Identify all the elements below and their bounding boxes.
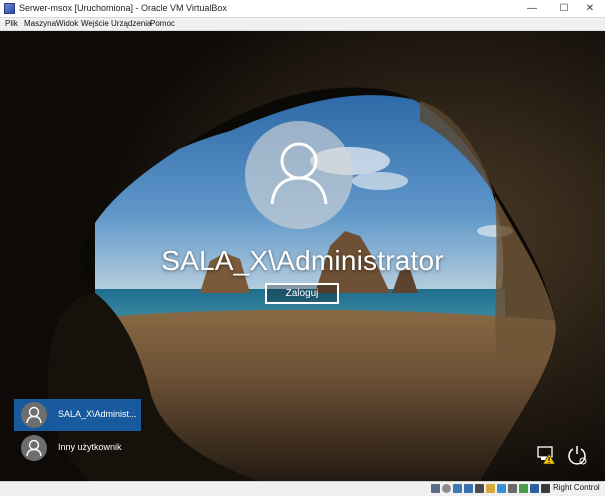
status-bar: Right Control xyxy=(0,481,605,496)
menu-input[interactable]: Wejście xyxy=(81,19,109,28)
window-title: Serwer-msox [Uruchomiona] - Oracle VM Vi… xyxy=(19,3,227,13)
mouse-integration-icon[interactable] xyxy=(530,484,539,493)
virtualbox-icon xyxy=(4,3,15,14)
network-warning-icon[interactable] xyxy=(536,444,558,466)
usb-icon[interactable] xyxy=(475,484,484,493)
tile-avatar xyxy=(21,435,47,461)
menu-machine[interactable]: Maszyna xyxy=(24,19,56,28)
user-icon xyxy=(26,406,42,424)
optical-drive-icon[interactable] xyxy=(442,484,451,493)
hard-disk-icon[interactable] xyxy=(431,484,440,493)
tile-avatar xyxy=(21,402,47,428)
host-key-label: Right Control xyxy=(553,483,600,492)
menu-help[interactable]: Pomoc xyxy=(150,19,175,28)
menu-bar: Plik Maszyna Widok Wejście Urządzenia Po… xyxy=(0,18,605,31)
video-capture-icon[interactable] xyxy=(508,484,517,493)
close-button[interactable]: ✕ xyxy=(575,0,605,17)
user-avatar xyxy=(245,121,353,229)
user-icon xyxy=(26,439,42,457)
user-tile-administrator[interactable]: SALA_X\Administ... xyxy=(14,399,141,431)
menu-view[interactable]: Widok xyxy=(56,19,78,28)
minimize-button[interactable]: — xyxy=(517,0,547,17)
user-icon xyxy=(270,142,328,205)
keyboard-icon[interactable] xyxy=(541,484,550,493)
network-icon[interactable] xyxy=(464,484,473,493)
power-icon[interactable] xyxy=(566,444,588,466)
username-label: SALA_X\Administrator xyxy=(161,245,444,276)
audio-icon[interactable] xyxy=(453,484,462,493)
vm-display[interactable]: SALA_X\Administrator Zaloguj SALA_X\Admi… xyxy=(0,31,605,481)
user-tile-other[interactable]: Inny użytkownik xyxy=(14,432,141,464)
user-tile-label: Inny użytkownik xyxy=(58,442,122,452)
window-titlebar[interactable]: Serwer-msox [Uruchomiona] - Oracle VM Vi… xyxy=(0,0,605,18)
user-tile-label: SALA_X\Administ... xyxy=(58,409,137,419)
display-icon[interactable] xyxy=(497,484,506,493)
shared-folders-icon[interactable] xyxy=(486,484,495,493)
cpu-icon[interactable] xyxy=(519,484,528,493)
sign-in-button[interactable]: Zaloguj xyxy=(265,283,339,304)
menu-file[interactable]: Plik xyxy=(5,19,18,28)
menu-devices[interactable]: Urządzenia xyxy=(111,19,151,28)
